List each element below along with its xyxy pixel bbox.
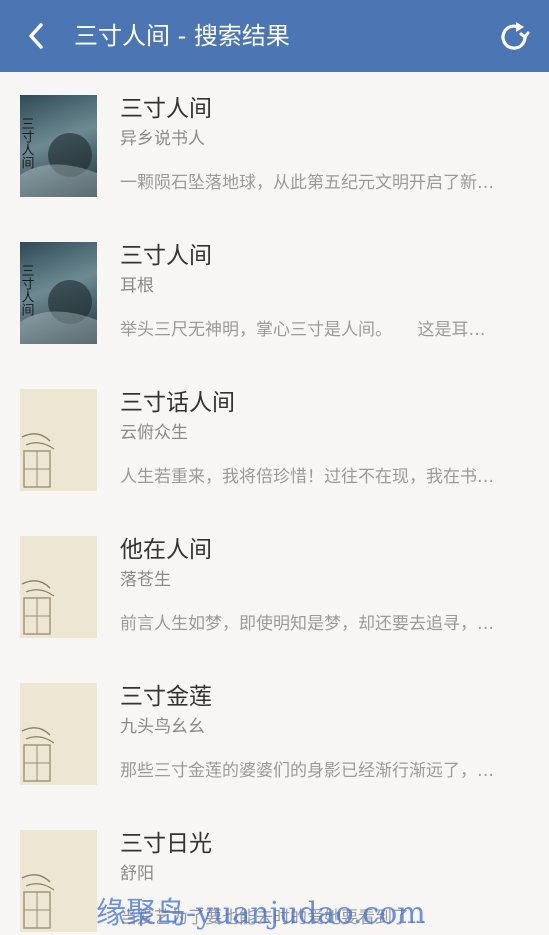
site-watermark: 缘聚岛-yuanjudao.com [96,896,426,931]
book-cover: 三寸人间 [20,95,97,197]
book-description: 人生若重来，我将倍珍惜！过往不在现，我在书… [120,467,494,487]
book-cover [20,536,97,638]
default-cover-image [21,874,55,929]
book-author: 九头鸟幺幺 [120,717,205,737]
book-title: 三寸人间 [120,243,212,269]
book-description: 一颗陨石坠落地球，从此第五纪元文明开启了新… [120,173,494,193]
book-cover [20,683,97,785]
list-item[interactable]: 三寸人间 三寸人间 耳根 举头三尺无神明，掌心三寸是人间。 这是耳… [0,219,549,366]
list-item[interactable]: 三寸金莲 九头鸟幺幺 那些三寸金莲的婆婆们的身影已经渐行渐远了，… [0,660,549,807]
cover-art-image: 三寸人间 [20,264,97,344]
book-title: 三寸金莲 [120,684,212,710]
list-item[interactable]: 三寸话人间 云俯众生 人生若重来，我将倍珍惜！过往不在现，我在书… [0,366,549,513]
app-bar: 三寸人间 - 搜索结果 [0,0,549,72]
book-title: 他在人间 [120,537,212,563]
page-title: 三寸人间 - 搜索结果 [74,22,290,50]
book-author: 云俯众生 [120,423,188,443]
book-cover: 三寸人间 [20,242,97,344]
book-author: 耳根 [120,276,154,296]
book-description: 举头三尺无神明，掌心三寸是人间。 这是耳… [120,320,486,340]
book-cover [20,830,97,932]
refresh-icon [501,22,530,50]
book-author: 落苍生 [120,570,171,590]
default-cover-image [21,433,55,488]
refresh-button[interactable] [494,17,534,57]
book-title: 三寸日光 [120,831,212,857]
search-results-list: 三寸人间 三寸人间 异乡说书人 一颗陨石坠落地球，从此第五纪元文明开启了新… 三… [0,72,549,935]
cover-art-image: 三寸人间 [20,117,97,197]
book-title: 三寸话人间 [120,390,235,416]
book-description: 前言人生如梦，即使明知是梦，却还要去追寻，… [120,614,494,634]
cover-title-text: 三寸人间 [20,264,34,316]
list-item[interactable]: 三寸人间 三寸人间 异乡说书人 一颗陨石坠落地球，从此第五纪元文明开启了新… [0,72,549,219]
book-title: 三寸人间 [120,96,212,122]
chevron-left-icon [29,23,43,49]
book-description: 那些三寸金莲的婆婆们的身影已经渐行渐远了，… [120,761,494,781]
default-cover-image [21,727,55,782]
list-item[interactable]: 他在人间 落苍生 前言人生如梦，即使明知是梦，却还要去追寻，… [0,513,549,660]
book-cover [20,389,97,491]
book-author: 舒阳 [120,864,154,884]
default-cover-image [21,580,55,635]
back-button[interactable] [18,18,54,54]
book-author: 异乡说书人 [120,129,205,149]
cover-title-text: 三寸人间 [20,117,34,169]
